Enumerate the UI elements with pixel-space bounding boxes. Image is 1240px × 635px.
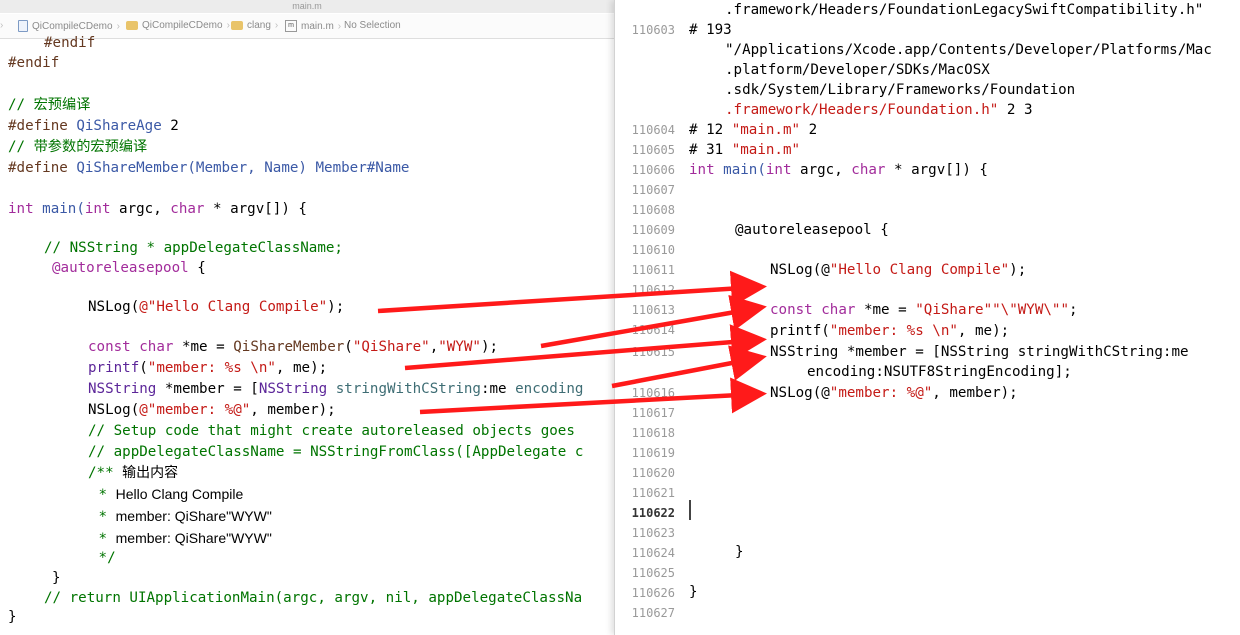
project-file-icon (18, 20, 28, 32)
left-editor[interactable]: main.m › QiCompileCDemo › QiCompileCDemo… (0, 0, 614, 635)
code-line: @autoreleasepool { (735, 222, 889, 238)
line-number: 110605 (631, 143, 675, 157)
code-line: #endif (44, 35, 96, 51)
code-comment: // 宏预编译 (8, 97, 91, 113)
line-number: 110626 (631, 586, 675, 600)
line-number: 110617 (631, 406, 675, 420)
code-comment: // return UIApplicationMain(argc, argv, … (44, 590, 583, 606)
code-line: # 12 "main.m" 2 (689, 122, 818, 138)
code-line: } (52, 570, 61, 586)
line-number: 110609 (631, 223, 675, 237)
doc-comment: * member: QiShare"WYW" (90, 508, 272, 525)
window-title: main.m (0, 0, 614, 13)
crumb-group[interactable]: QiCompileCDemo › (126, 20, 230, 31)
doc-comment: * member: QiShare"WYW" (90, 530, 272, 547)
code-comment: // Setup code that might create autorele… (88, 423, 575, 439)
line-number: 110611 (631, 263, 675, 277)
code-line: encoding:NSUTF8StringEncoding]; (807, 364, 1072, 380)
code-line: #define QiShareAge 2 (8, 118, 179, 134)
line-number: 110614 (631, 323, 675, 337)
crumb-clang[interactable]: clang › (231, 20, 278, 31)
code-line: .framework/Headers/Foundation.h" 2 3 (725, 102, 1033, 118)
code-line: # 31 "main.m" (689, 142, 801, 158)
code-comment: // 带参数的宏预编译 (8, 139, 148, 155)
line-number: 110604 (631, 123, 675, 137)
crumb-file[interactable]: m main.m › (285, 20, 341, 32)
code-line: NSLog(@"Hello Clang Compile"); (770, 262, 1027, 278)
code-line: NSLog(@"Hello Clang Compile"); (88, 299, 345, 315)
code-line: .platform/Developer/SDKs/MacOSX (725, 62, 990, 78)
line-number: 110623 (631, 526, 675, 540)
code-line: NSLog(@"member: %@", member); (770, 385, 1018, 401)
line-number: 110624 (631, 546, 675, 560)
code-line: NSString *member = [NSString stringWithC… (770, 344, 1189, 360)
line-number: 110607 (631, 183, 675, 197)
line-number: 110622 (631, 506, 675, 520)
code-line: #define QiShareMember(Member, Name) Memb… (8, 160, 410, 176)
code-line: } (735, 544, 744, 560)
code-line: .framework/Headers/FoundationLegacySwift… (725, 2, 1204, 18)
code-line: int main(int argc, char * argv[]) { (8, 201, 307, 217)
code-line: const char *me = QiShareMember("QiShare"… (88, 339, 499, 355)
code-line: NSString *member = [NSString stringWithC… (88, 381, 584, 397)
line-number: 110616 (631, 386, 675, 400)
preprocessed-output-editor[interactable]: 110603 110604 110605 110606 110607 110608 1106… (614, 0, 1240, 635)
code-line: "/Applications/Xcode.app/Contents/Develo… (725, 42, 1212, 58)
code-line: } (8, 609, 17, 625)
objc-file-icon: m (285, 20, 297, 32)
code-line: const char *me = "QiShare""\"WYW\""; (770, 302, 1078, 318)
code-line: NSLog(@"member: %@", member); (88, 402, 336, 418)
crumb-selection[interactable]: No Selection (344, 20, 401, 31)
line-number: 110621 (631, 486, 675, 500)
code-line: } (689, 584, 698, 600)
folder-icon (126, 21, 138, 30)
line-number: 110606 (631, 163, 675, 177)
code-line: # 193 (689, 22, 732, 38)
crumb-project[interactable]: QiCompileCDemo › (18, 20, 120, 32)
code-line: #endif (8, 55, 60, 71)
line-number: 110627 (631, 606, 675, 620)
line-number: 110625 (631, 566, 675, 580)
code-line: printf("member: %s \n", me); (88, 360, 328, 376)
doc-comment: * Hello Clang Compile (90, 486, 244, 503)
line-number: 110610 (631, 243, 675, 257)
doc-comment: /** 输出内容 (88, 464, 179, 481)
back-chevron-icon[interactable]: › (0, 20, 3, 31)
code-line: int main(int argc, char * argv[]) { (689, 162, 988, 178)
line-number: 110615 (631, 345, 675, 359)
code-line: @autoreleasepool { (52, 260, 206, 276)
doc-comment: */ (90, 550, 116, 566)
line-number: 110619 (631, 446, 675, 460)
code-line: .sdk/System/Library/Frameworks/Foundatio… (725, 82, 1076, 98)
line-number: 110613 (631, 303, 675, 317)
text-cursor (689, 500, 691, 520)
code-comment: // appDelegateClassName = NSStringFromCl… (88, 444, 584, 460)
line-number: 110603 (631, 23, 675, 37)
folder-icon (231, 21, 243, 30)
line-number: 110618 (631, 426, 675, 440)
line-number: 110608 (631, 203, 675, 217)
code-line: printf("member: %s \n", me); (770, 323, 1010, 339)
line-number: 110620 (631, 466, 675, 480)
line-number: 110612 (631, 283, 675, 297)
code-comment: // NSString * appDelegateClassName; (44, 240, 343, 256)
